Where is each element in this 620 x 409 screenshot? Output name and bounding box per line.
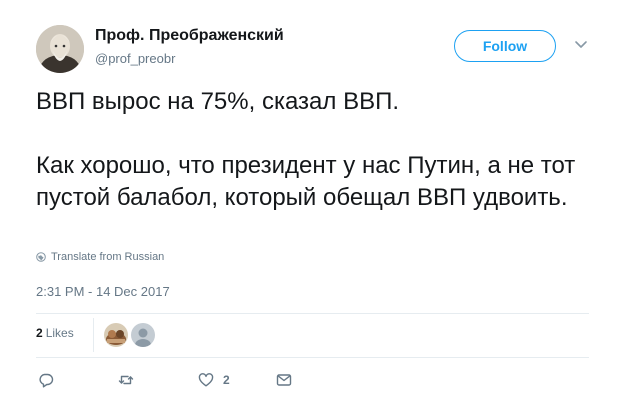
default-profile-icon (131, 323, 155, 347)
divider (36, 313, 589, 314)
globe-icon (36, 252, 46, 262)
vertical-divider (93, 318, 94, 352)
direct-message-icon (276, 374, 292, 386)
chevron-down-icon[interactable] (572, 38, 590, 52)
translate-link[interactable]: Translate from Russian (36, 251, 164, 263)
retweet-button[interactable] (118, 371, 134, 389)
tweet-timestamp[interactable]: 2:31 PM - 14 Dec 2017 (36, 284, 170, 299)
like-button[interactable]: 2 (198, 371, 230, 389)
divider (36, 357, 589, 358)
likes-label: Likes (45, 326, 74, 340)
retweet-icon (118, 375, 134, 385)
follow-button-label: Follow (482, 38, 528, 54)
like-count: 2 (223, 373, 230, 387)
liker-avatar[interactable] (131, 323, 155, 347)
reply-button[interactable] (38, 371, 54, 389)
tweet-text: ВВП вырос на 75%, сказал ВВП. Как хорошо… (36, 86, 596, 214)
tweet-paragraph: Как хорошо, что президент у нас Путин, а… (36, 152, 576, 211)
author-name[interactable]: Проф. Преображенский (95, 27, 284, 45)
liker-avatar-image (104, 323, 128, 347)
direct-message-button[interactable] (276, 371, 292, 389)
likes-summary[interactable]: 2 Likes (36, 326, 74, 340)
follow-button[interactable]: Follow (454, 30, 556, 62)
heart-icon (198, 373, 214, 387)
tweet-card: Проф. Преображенский @prof_preobr Follow… (0, 0, 620, 409)
author-avatar[interactable] (36, 25, 84, 73)
liker-avatar[interactable] (104, 323, 128, 347)
likes-count: 2 (36, 326, 43, 340)
author-handle[interactable]: @prof_preobr (95, 51, 175, 66)
reply-icon (39, 373, 54, 388)
translate-label: Translate from Russian (51, 251, 165, 263)
tweet-paragraph: ВВП вырос на 75%, сказал ВВП. (36, 88, 399, 115)
avatar-portrait-image (36, 25, 84, 73)
